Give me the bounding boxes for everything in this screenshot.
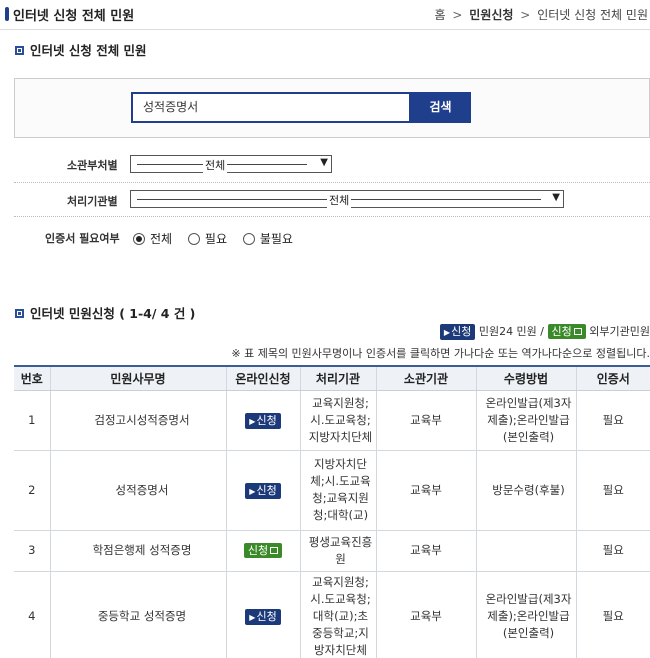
radio-icon[interactable]: [187, 233, 200, 245]
col-proc: 처리기관: [300, 365, 377, 391]
cell-proc: 지방자치단 체;시.도교육 청;교육지원 청;대학(교): [300, 450, 377, 531]
search-button[interactable]: 검색: [410, 92, 471, 123]
page-title: 인터넷 신청 전체 민원: [13, 9, 135, 24]
cell-name-link[interactable]: 학점은행제 성적증명: [50, 530, 227, 572]
dept-select-value: 전체: [203, 157, 228, 173]
agency-select-value: 전체: [327, 192, 352, 208]
cell-proc: 교육지원청; 시.도교육청; 대학(교);초 중등학교;지 방자치단체: [300, 571, 377, 658]
cell-cert: 필요: [576, 390, 650, 451]
cert-option-required[interactable]: 필요: [187, 230, 227, 247]
cell-dept: 교육부: [376, 530, 477, 572]
breadcrumb-home[interactable]: 홈: [435, 8, 446, 22]
apply-button[interactable]: ▶신청: [245, 608, 281, 625]
radio-icon[interactable]: [242, 233, 255, 245]
cell-name-link[interactable]: 성적증명서: [50, 450, 227, 531]
cell-dept: 교육부: [376, 390, 477, 451]
legend: ▶신청 민원24 민원 / 신청 외부기관민원: [439, 323, 650, 340]
legend-blue-badge: ▶신청: [439, 324, 476, 340]
arrow-right-icon: ▶: [249, 416, 256, 426]
cell-method: 방문수령(후불): [476, 450, 577, 531]
table-row: 2 성적증명서 ▶신청 지방자치단 체;시.도교육 청;교육지원 청;대학(교) 교육부 방문수…: [14, 450, 650, 531]
cell-apply: ▶신청: [226, 390, 301, 451]
cell-no: 3: [14, 530, 51, 572]
apply-button[interactable]: ▶신청: [245, 482, 281, 499]
cell-dept: 교육부: [376, 450, 477, 531]
cell-proc: 평생교육진흥 원: [300, 530, 377, 572]
legend-green-text: 외부기관민원: [589, 325, 650, 338]
cert-filter-label: 인증서 필요여부: [45, 232, 120, 245]
cell-apply: ▶신청: [226, 450, 301, 531]
cell-no: 1: [14, 390, 51, 451]
cell-proc: 교육지원청; 시.도교육청; 지방자치단체: [300, 390, 377, 451]
arrow-right-icon: ▶: [249, 486, 256, 496]
results-heading: 인터넷 민원신청 ( 1-4/ 4 건 ): [15, 303, 195, 322]
col-name[interactable]: 민원사무명: [50, 365, 227, 391]
agency-select[interactable]: 전체 ▼: [130, 190, 564, 208]
search-section-heading: 인터넷 신청 전체 민원: [15, 40, 147, 59]
results-table: 번호 민원사무명 온라인신청 처리기관 소관기관 수령방법 인증서 1 검정고시성…: [14, 365, 650, 658]
agency-filter-label: 처리기관별: [67, 195, 118, 208]
legend-green-badge: 신청: [547, 324, 586, 339]
legend-blue-text: 민원24 민원 /: [478, 325, 545, 338]
new-window-icon: [573, 328, 582, 335]
col-dept: 소관기관: [376, 365, 477, 391]
breadcrumb-sep: >: [520, 8, 531, 22]
cell-name-link[interactable]: 중등학교 성적증명: [50, 571, 227, 658]
table-row: 4 중등학교 성적증명 ▶신청 교육지원청; 시.도교육청; 대학(교);초 중등학교;지 방…: [14, 571, 650, 658]
divider: [14, 216, 650, 217]
new-window-icon: [270, 547, 279, 554]
title-marker: [5, 7, 9, 21]
chevron-down-icon: ▼: [320, 157, 328, 168]
divider: [14, 182, 650, 183]
dept-filter-label: 소관부처별: [67, 159, 118, 172]
table-row: 1 검정고시성적증명서 ▶신청 교육지원청; 시.도교육청; 지방자치단체 교육부 온라인발급…: [14, 390, 650, 451]
cell-cert: 필요: [576, 530, 650, 572]
search-panel: 성적증명서 검색: [14, 78, 650, 138]
col-method: 수령방법: [476, 365, 577, 391]
cell-method: 온라인발급(제3자 제출);온라인발급 (본인출력): [476, 571, 577, 658]
breadcrumb-level1[interactable]: 민원신청: [469, 8, 513, 22]
cell-method: 온라인발급(제3자 제출);온라인발급 (본인출력): [476, 390, 577, 451]
search-input[interactable]: 성적증명서: [131, 92, 411, 123]
cell-name-link[interactable]: 검정고시성적증명서: [50, 390, 227, 451]
cell-dept: 교육부: [376, 571, 477, 658]
sort-note: ※ 표 제목의 민원사무명이나 인증서를 클릭하면 가나다순 또는 역가나다순으…: [231, 347, 650, 360]
radio-selected-icon[interactable]: [133, 233, 145, 245]
breadcrumb-current: 인터넷 신청 전체 민원: [537, 8, 648, 22]
col-cert[interactable]: 인증서: [576, 365, 650, 391]
arrow-right-icon: ▶: [249, 612, 256, 622]
cell-no: 2: [14, 450, 51, 531]
table-header-row: 번호 민원사무명 온라인신청 처리기관 소관기관 수령방법 인증서: [14, 365, 650, 391]
cert-option-all[interactable]: 전체: [133, 230, 172, 247]
chevron-down-icon: ▼: [552, 192, 560, 203]
apply-button[interactable]: 신청: [243, 543, 283, 558]
cell-apply: 신청: [226, 530, 301, 572]
cell-method: [476, 530, 577, 572]
cell-cert: 필요: [576, 450, 650, 531]
dept-select[interactable]: 전체 ▼: [130, 155, 332, 173]
col-apply: 온라인신청: [226, 365, 301, 391]
section-bullet-icon: [15, 309, 24, 318]
cert-option-not-required[interactable]: 불필요: [242, 230, 293, 247]
table-row: 3 학점은행제 성적증명 신청 평생교육진흥 원 교육부 필요: [14, 530, 650, 572]
cell-apply: ▶신청: [226, 571, 301, 658]
page-header: 인터넷 신청 전체 민원 홈 > 민원신청 > 인터넷 신청 전체 민원: [0, 0, 650, 30]
apply-button[interactable]: ▶신청: [245, 412, 281, 429]
cert-radio-group: 전체 필요 불필요: [133, 230, 305, 247]
col-no: 번호: [14, 365, 51, 391]
breadcrumb-sep: >: [452, 8, 463, 22]
cell-cert: 필요: [576, 571, 650, 658]
breadcrumb: 홈 > 민원신청 > 인터넷 신청 전체 민원: [435, 6, 648, 23]
section-bullet-icon: [15, 46, 24, 55]
cell-no: 4: [14, 571, 51, 658]
